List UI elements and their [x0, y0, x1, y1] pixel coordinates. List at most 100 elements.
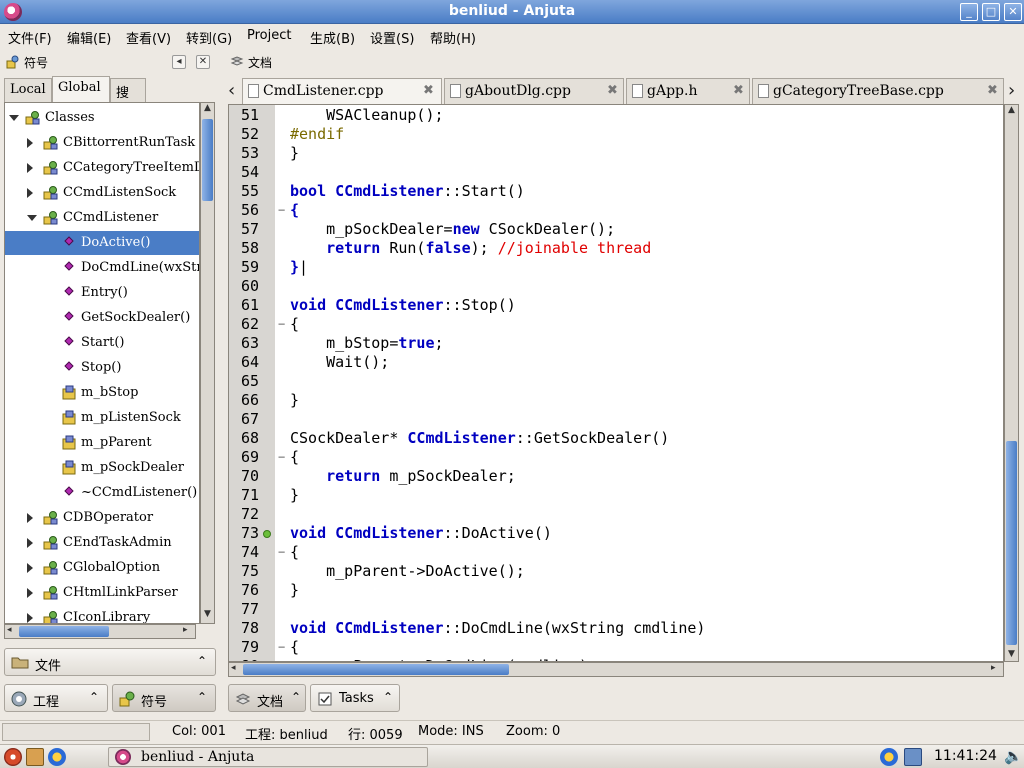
tab-search[interactable]: 搜索	[110, 78, 146, 120]
tree-horizontal-scrollbar[interactable]: ◂ ▸	[4, 624, 196, 639]
tree-item[interactable]: CGlobalOption	[5, 556, 199, 580]
expander-right-icon[interactable]	[27, 588, 33, 598]
browser-icon[interactable]	[48, 748, 66, 766]
fold-marker-icon[interactable]: −	[278, 317, 285, 331]
tree-item[interactable]: Entry()	[5, 281, 199, 305]
project-pane-button[interactable]: 工程 ⌃	[4, 684, 108, 712]
expander-right-icon[interactable]	[27, 138, 33, 148]
tab-close-icon[interactable]: ✖	[987, 83, 998, 98]
scroll-left-icon[interactable]: ◂	[231, 663, 236, 673]
tree-item[interactable]: m_pListenSock	[5, 406, 199, 430]
editor-horizontal-scrollbar[interactable]: ◂ ▸	[228, 662, 1004, 677]
tree-item[interactable]: DoCmdLine(wxString)	[5, 256, 199, 280]
code-line[interactable]: void CCmdListener::DoActive()	[290, 524, 552, 542]
volume-icon[interactable]: 🔈	[1004, 747, 1023, 765]
menu-file[interactable]: 文件(F)	[8, 28, 52, 47]
fold-marker-icon[interactable]: −	[278, 450, 285, 464]
tree-item[interactable]: Classes	[5, 106, 199, 130]
menu-edit[interactable]: 编辑(E)	[67, 28, 111, 47]
fold-marker-icon[interactable]: −	[278, 545, 285, 559]
tree-item[interactable]: DoActive()	[5, 231, 199, 255]
expander-down-icon[interactable]	[27, 215, 37, 221]
tree-item[interactable]: ~CCmdListener()	[5, 481, 199, 505]
tree-item[interactable]: CCmdListenSock	[5, 181, 199, 205]
tab-gapp-h[interactable]: gApp.h ✖	[626, 78, 750, 104]
editor-hscroll-thumb[interactable]	[243, 664, 509, 675]
scroll-up-icon[interactable]: ▲	[1008, 105, 1015, 115]
minimize-icon[interactable]: _	[960, 3, 978, 21]
maximize-icon[interactable]: □	[982, 3, 1000, 21]
menu-project[interactable]: Project	[247, 28, 291, 43]
panel-close-icon[interactable]: ✕	[196, 55, 210, 69]
code-line[interactable]: m_pSockDealer=new CSockDealer();	[290, 220, 615, 238]
tab-close-icon[interactable]: ✖	[733, 83, 744, 98]
tree-item[interactable]: m_pParent	[5, 431, 199, 455]
tab-close-icon[interactable]: ✖	[423, 83, 434, 98]
scroll-down-icon[interactable]: ▼	[204, 609, 211, 619]
network-icon[interactable]	[904, 748, 922, 766]
editor-vertical-scrollbar[interactable]: ▲ ▼	[1004, 104, 1019, 662]
scroll-up-icon[interactable]: ▲	[204, 103, 211, 113]
code-line[interactable]: m_pParent->DoActive();	[290, 562, 525, 580]
code-line[interactable]: CSockDealer* CCmdListener::GetSockDealer…	[290, 429, 669, 447]
code-editor[interactable]: 51 52 53 54 55 56 57 58 59 60 61 62 63 64 65 66 67 68 69 70…	[228, 104, 1004, 662]
code-line[interactable]: }	[290, 581, 299, 599]
code-line[interactable]: void CCmdListener::Stop()	[290, 296, 516, 314]
editor-vscroll-thumb[interactable]	[1006, 441, 1017, 645]
files-pane-button[interactable]: 文件 ⌃	[4, 648, 216, 676]
code-line[interactable]: WSACleanup();	[290, 106, 443, 124]
symbol-tree[interactable]: Classes CBittorrentRunTask CCategoryTreeIt…	[4, 102, 200, 624]
code-line[interactable]: }	[290, 486, 299, 504]
expander-right-icon[interactable]	[27, 163, 33, 173]
tab-close-icon[interactable]: ✖	[607, 83, 618, 98]
code-line[interactable]: {	[290, 315, 299, 333]
docs-pane-button[interactable]: 文档 ⌃	[228, 684, 306, 712]
symbol-pane-button[interactable]: 符号 ⌃	[112, 684, 216, 712]
code-line[interactable]: void CCmdListener::DoCmdLine(wxString cm…	[290, 619, 705, 637]
code-line[interactable]: Wait();	[290, 353, 389, 371]
expander-right-icon[interactable]	[27, 538, 33, 548]
tab-local[interactable]: Local	[4, 78, 52, 102]
tree-hscroll-thumb[interactable]	[19, 626, 109, 637]
menu-help[interactable]: 帮助(H)	[430, 28, 476, 47]
tree-item[interactable]: CHtmlLinkParser	[5, 581, 199, 605]
tree-item[interactable]: CCategoryTreeItemData	[5, 156, 199, 180]
taskbar-item-anjuta[interactable]: benliud - Anjuta	[108, 747, 428, 767]
scroll-right-icon[interactable]: ▸	[991, 663, 996, 673]
tree-vscroll-thumb[interactable]	[202, 119, 213, 201]
tree-item[interactable]: CDBOperator	[5, 506, 199, 530]
expander-right-icon[interactable]	[27, 613, 33, 623]
expander-right-icon[interactable]	[27, 188, 33, 198]
menu-settings[interactable]: 设置(S)	[370, 28, 414, 47]
tree-item[interactable]: Start()	[5, 331, 199, 355]
tabs-left-icon[interactable]: ‹	[228, 80, 235, 101]
line-number-gutter[interactable]: 51 52 53 54 55 56 57 58 59 60 61 62 63 64 65 66 67 68 69 70…	[229, 105, 275, 661]
tree-item[interactable]: CEndTaskAdmin	[5, 531, 199, 555]
expander-right-icon[interactable]	[27, 563, 33, 573]
tree-item[interactable]: CCmdListener	[5, 206, 199, 230]
fold-marker-icon[interactable]: −	[278, 640, 285, 654]
panel-dock-icon[interactable]: ◂	[172, 55, 186, 69]
code-line[interactable]: m_bStop=true;	[290, 334, 443, 352]
code-line[interactable]: }	[290, 144, 299, 162]
tasks-pane-button[interactable]: Tasks ⌃	[310, 684, 400, 712]
close-icon[interactable]: ✕	[1004, 3, 1022, 21]
file-manager-icon[interactable]	[26, 748, 44, 766]
tree-vertical-scrollbar[interactable]: ▲ ▼	[200, 102, 215, 624]
menu-goto[interactable]: 转到(G)	[186, 28, 232, 47]
code-line[interactable]: {	[290, 638, 299, 656]
scroll-down-icon[interactable]: ▼	[1008, 649, 1015, 659]
breakpoint-marker-icon[interactable]	[263, 530, 271, 538]
tree-item[interactable]: GetSockDealer()	[5, 306, 199, 330]
browser-tray-icon[interactable]	[880, 748, 898, 766]
code-line[interactable]: bool CCmdListener::Start()	[290, 182, 525, 200]
tab-gcategorytreebase-cpp[interactable]: gCategoryTreeBase.cpp ✖	[752, 78, 1004, 104]
expander-right-icon[interactable]	[27, 513, 33, 523]
code-line[interactable]: {	[290, 543, 299, 561]
code-line[interactable]: return m_pSockDealer;	[290, 467, 516, 485]
code-line[interactable]: {	[290, 448, 299, 466]
tree-item[interactable]: CIconLibrary	[5, 606, 199, 623]
menu-view[interactable]: 查看(V)	[126, 28, 171, 47]
tree-item[interactable]: CBittorrentRunTask	[5, 131, 199, 155]
expander-down-icon[interactable]	[9, 115, 19, 121]
